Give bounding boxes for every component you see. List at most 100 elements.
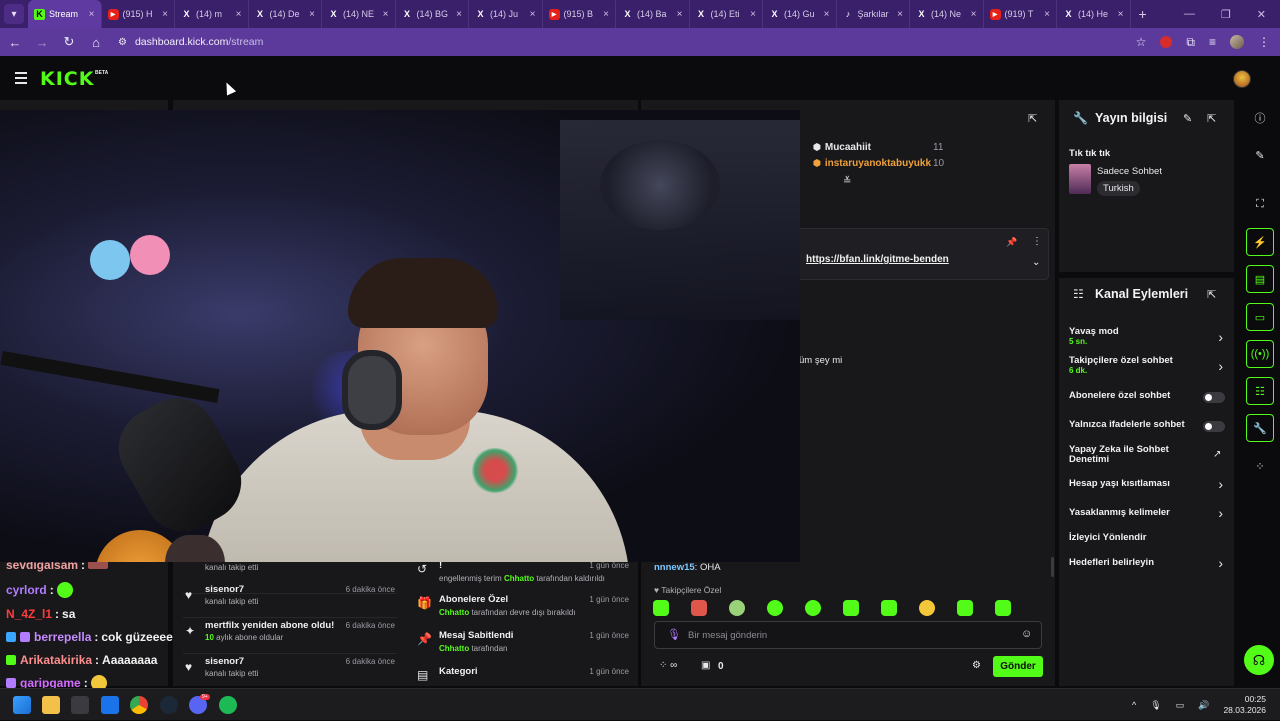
store-icon[interactable]: [71, 696, 89, 714]
profile-avatar[interactable]: [1230, 35, 1244, 49]
emoji-picker-icon[interactable]: ☺: [1021, 628, 1032, 640]
close-tab-icon[interactable]: ×: [677, 9, 683, 20]
home-icon[interactable]: ⌂: [84, 35, 108, 50]
chat-username[interactable]: nnnew15: [654, 562, 695, 573]
chat-bubble-icon[interactable]: ▭: [1246, 303, 1274, 331]
emote-icon[interactable]: [653, 600, 669, 616]
activity-title[interactable]: sisenor7: [205, 584, 244, 595]
chat-settings-icon[interactable]: ⚙: [972, 660, 981, 671]
emote-icon[interactable]: [691, 600, 707, 616]
popout-icon[interactable]: ⇱: [1207, 288, 1216, 301]
steam-icon[interactable]: [160, 696, 178, 714]
broadcast-icon[interactable]: ((•)): [1246, 340, 1274, 368]
close-tab-icon[interactable]: ×: [530, 9, 536, 20]
tab-x-8[interactable]: X (14) Gu ×: [763, 0, 837, 28]
reading-list-icon[interactable]: ≡: [1209, 35, 1216, 49]
top-chatter-name[interactable]: instaruyanoktabuyukk: [825, 158, 931, 169]
pinned-link[interactable]: https://bfan.link/gitme-benden: [806, 254, 949, 265]
chevron-right-icon[interactable]: ›: [1218, 329, 1223, 345]
emote-icon[interactable]: [729, 600, 745, 616]
url-field[interactable]: ⚙ dashboard.kick.com/stream: [118, 36, 263, 48]
close-tab-icon[interactable]: ×: [1118, 9, 1124, 20]
forward-icon[interactable]: →: [30, 35, 54, 50]
file-explorer-icon[interactable]: [42, 696, 60, 714]
store-icon[interactable]: ▣: [701, 660, 710, 671]
tab-x-4[interactable]: X (14) BG ×: [396, 0, 469, 28]
external-link-icon[interactable]: ↗: [1213, 449, 1221, 460]
site-info-icon[interactable]: ⚙: [118, 37, 127, 48]
stream-category[interactable]: Sadece Sohbet: [1097, 166, 1162, 177]
tab-x-9[interactable]: X (14) Ne ×: [910, 0, 984, 28]
popout-icon[interactable]: ⇱: [1028, 112, 1037, 125]
slow-mode-setting[interactable]: Yavaş mod 5 sn. ›: [1069, 327, 1227, 347]
emote-icon[interactable]: [805, 600, 821, 616]
chevron-right-icon[interactable]: ›: [1218, 358, 1223, 374]
expand-leaderboard-icon[interactable]: ≚: [843, 176, 851, 187]
chat-scrollbar[interactable]: [1051, 557, 1054, 577]
tray-overflow-icon[interactable]: ^: [1132, 700, 1136, 710]
close-tab-icon[interactable]: ×: [824, 9, 830, 20]
emote-icon[interactable]: [995, 600, 1011, 616]
kick-logo[interactable]: KICK: [40, 68, 94, 90]
emote-icon[interactable]: [881, 600, 897, 616]
chat-username[interactable]: N_4Z_l1: [6, 607, 52, 621]
fullscreen-icon[interactable]: ⛶: [1246, 190, 1274, 218]
maximize-icon[interactable]: ❐: [1221, 8, 1231, 21]
back-icon[interactable]: ←: [3, 35, 27, 50]
tab-x-2[interactable]: X (14) De ×: [249, 0, 322, 28]
emote-icon[interactable]: [843, 600, 859, 616]
info-icon[interactable]: ⓘ: [1246, 104, 1274, 132]
chevron-right-icon[interactable]: ›: [1218, 505, 1223, 521]
close-tab-icon[interactable]: ×: [897, 9, 903, 20]
reload-icon[interactable]: ↻: [57, 34, 81, 50]
edit-icon[interactable]: ✎: [1183, 112, 1192, 125]
extensions-icon[interactable]: ⧉: [1186, 35, 1195, 50]
tab-youtube-1[interactable]: ▶ (915) H ×: [102, 0, 175, 28]
close-tab-icon[interactable]: ×: [603, 9, 609, 20]
microphone-icon[interactable]: 🎙: [667, 628, 681, 641]
lightning-icon[interactable]: ⚡: [1246, 228, 1274, 256]
top-chatter-name[interactable]: Mucaahiit: [825, 142, 871, 153]
start-icon[interactable]: [13, 696, 31, 714]
tab-x-3[interactable]: X (14) NE ×: [322, 0, 396, 28]
close-tab-icon[interactable]: ×: [89, 9, 95, 20]
chat-message-input[interactable]: 🎙 Bir mesaj gönderin ☺: [654, 621, 1042, 649]
chrome-icon[interactable]: [130, 696, 148, 714]
hamburger-menu-icon[interactable]: [15, 72, 27, 87]
goals-setting[interactable]: Hedefleri belirleyin ›: [1069, 555, 1227, 571]
microphone-icon[interactable]: 🎙: [1150, 700, 1161, 711]
outlook-icon[interactable]: [101, 696, 119, 714]
pin-icon[interactable]: 📌: [1006, 237, 1017, 248]
emote-icon[interactable]: [957, 600, 973, 616]
bookmark-star-icon[interactable]: ☆: [1136, 35, 1147, 49]
close-tab-icon[interactable]: ×: [971, 9, 977, 20]
chevron-right-icon[interactable]: ›: [1218, 476, 1223, 492]
layout-icon[interactable]: ☷: [1246, 377, 1274, 405]
wrench-icon[interactable]: 🔧: [1246, 414, 1274, 442]
minimize-icon[interactable]: —: [1184, 8, 1195, 20]
activity-title[interactable]: sisenor7: [205, 656, 244, 667]
channel-points-icon[interactable]: ⁘ ∞: [659, 660, 677, 671]
close-tab-icon[interactable]: ×: [750, 9, 756, 20]
volume-icon[interactable]: 🔊: [1198, 700, 1209, 711]
extension-record-icon[interactable]: [1160, 36, 1173, 48]
tab-x-6[interactable]: X (14) Ba ×: [616, 0, 690, 28]
new-tab-button[interactable]: +: [1139, 6, 1147, 22]
log-user[interactable]: Chhatto: [439, 644, 469, 653]
tab-stream[interactable]: K Stream ×: [28, 0, 102, 28]
emote-only-toggle[interactable]: [1203, 421, 1225, 432]
spotify-icon[interactable]: [219, 696, 237, 714]
close-tab-icon[interactable]: ×: [383, 9, 389, 20]
tab-youtube-3[interactable]: ▶ (919) T ×: [984, 0, 1057, 28]
tab-tiktok[interactable]: ♪ Şarkılar ×: [837, 0, 910, 28]
emote-icon[interactable]: [767, 600, 783, 616]
chat-username[interactable]: berrepella: [34, 630, 91, 644]
close-tab-icon[interactable]: ×: [1044, 9, 1050, 20]
account-age-setting[interactable]: Hesap yaşı kısıtlaması ›: [1069, 476, 1227, 492]
tab-x-10[interactable]: X (14) He ×: [1057, 0, 1131, 28]
support-button[interactable]: ☊: [1244, 645, 1274, 675]
close-tab-icon[interactable]: ×: [309, 9, 315, 20]
emote-icon[interactable]: [919, 600, 935, 616]
browser-menu-icon[interactable]: ⋮: [1258, 35, 1270, 49]
log-user[interactable]: Chhatto: [504, 574, 534, 583]
